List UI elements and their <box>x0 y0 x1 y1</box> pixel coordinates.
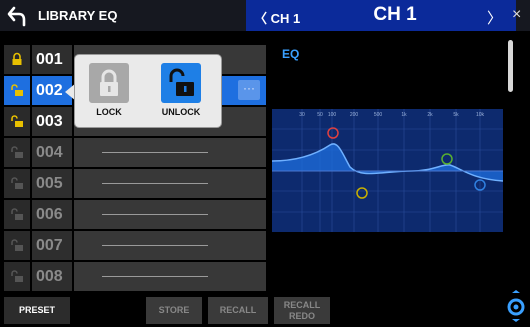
recall-button[interactable]: RECALL <box>208 297 268 324</box>
unlocked-padlock-icon <box>11 239 23 251</box>
lock-status-cell[interactable] <box>4 262 30 291</box>
recall-redo-label-line2: REDO <box>288 311 315 321</box>
recall-redo-label-line1: RECALL <box>283 300 321 310</box>
library-name-cell[interactable] <box>74 138 266 167</box>
library-row[interactable]: 006 <box>4 200 266 229</box>
lock-status-cell[interactable] <box>4 107 30 136</box>
lock-status-cell[interactable] <box>4 169 30 198</box>
scrollbar[interactable] <box>508 40 513 92</box>
page-title: LIBRARY EQ <box>38 8 118 23</box>
unlocked-padlock-icon <box>11 146 23 158</box>
empty-name-line <box>102 152 208 153</box>
back-button[interactable] <box>6 4 30 28</box>
lock-status-cell[interactable] <box>4 231 30 260</box>
back-arrow-icon <box>7 6 26 27</box>
unlocked-padlock-icon <box>11 177 23 189</box>
empty-name-line <box>102 214 208 215</box>
current-channel-label: CH 1 <box>373 4 417 25</box>
store-button[interactable]: STORE <box>146 297 202 324</box>
library-row[interactable]: 005 <box>4 169 266 198</box>
unlocked-padlock-icon <box>11 84 23 96</box>
encoder-knob-icon <box>507 290 525 322</box>
close-button[interactable]: × <box>512 6 521 24</box>
eq-frequency-tick: 500 <box>374 112 383 118</box>
library-number: 001 <box>32 45 72 74</box>
lock-button[interactable] <box>89 63 129 103</box>
more-options-button[interactable]: ··· <box>238 80 260 100</box>
library-number: 003 <box>32 107 72 136</box>
preset-button[interactable]: PRESET <box>4 297 70 324</box>
unlock-label: UNLOCK <box>161 107 201 117</box>
library-name-cell[interactable] <box>74 169 266 198</box>
eq-frequency-tick: 5k <box>453 112 459 118</box>
lock-label: LOCK <box>96 107 122 117</box>
library-number: 007 <box>32 231 72 260</box>
eq-frequency-tick: 10k <box>476 112 485 118</box>
eq-label: EQ <box>282 47 300 61</box>
library-row[interactable]: 008 <box>4 262 266 291</box>
lock-popup: LOCK UNLOCK <box>75 55 221 127</box>
lock-status-cell[interactable] <box>4 76 30 105</box>
library-name-cell[interactable] <box>74 200 266 229</box>
library-number: 008 <box>32 262 72 291</box>
library-row[interactable]: 004 <box>4 138 266 167</box>
library-number: 005 <box>32 169 72 198</box>
eq-frequency-tick: 200 <box>350 112 359 118</box>
eq-frequency-tick: 30 <box>299 112 305 118</box>
padlock-icon <box>12 52 22 65</box>
unlocked-padlock-icon <box>11 208 23 220</box>
eq-frequency-tick: 100 <box>328 112 337 118</box>
unlock-button[interactable] <box>161 63 201 103</box>
eq-curve-graph: 30 50 100 200 500 1k 2k 5k 10k <box>272 109 503 232</box>
library-name-cell[interactable] <box>74 231 266 260</box>
eq-frequency-tick: 2k <box>427 112 433 118</box>
lock-status-cell[interactable] <box>4 45 30 74</box>
unlocked-padlock-icon <box>11 270 23 282</box>
library-row[interactable]: 007 <box>4 231 266 260</box>
lock-status-cell[interactable] <box>4 138 30 167</box>
padlock-icon <box>100 69 118 96</box>
library-number: 006 <box>32 200 72 229</box>
lock-status-cell[interactable] <box>4 200 30 229</box>
eq-frequency-tick: 50 <box>317 112 323 118</box>
prev-channel-button[interactable]: 〈 CH 1 <box>254 8 300 27</box>
unlocked-padlock-icon <box>11 115 23 127</box>
recall-redo-button[interactable]: RECALL REDO <box>274 297 330 324</box>
empty-name-line <box>102 276 208 277</box>
empty-name-line <box>102 183 208 184</box>
next-channel-button[interactable]: 〉 <box>487 7 502 28</box>
unlocked-padlock-icon <box>169 68 194 96</box>
empty-name-line <box>102 245 208 246</box>
library-number: 004 <box>32 138 72 167</box>
library-name-cell[interactable] <box>74 262 266 291</box>
eq-frequency-tick: 1k <box>401 112 407 118</box>
